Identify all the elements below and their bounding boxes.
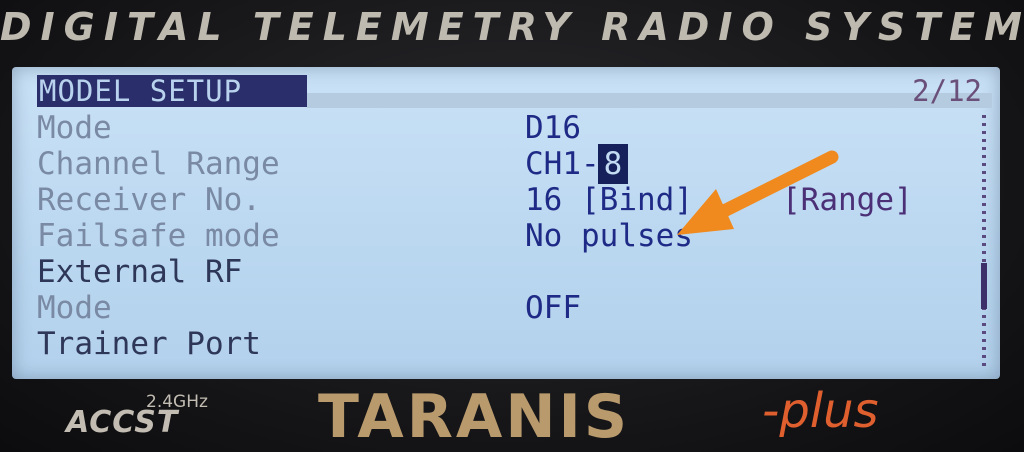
row-value-receiver-bind[interactable]: 16 [Bind] bbox=[525, 183, 693, 217]
plus-logo-suffix: -plus bbox=[762, 383, 879, 439]
annotation-arrow-icon bbox=[677, 150, 839, 235]
row-value-failsafe-mode[interactable]: No pulses bbox=[525, 219, 693, 253]
section-header-external-rf: External RF bbox=[37, 254, 243, 290]
row-label-mode: Mode bbox=[37, 110, 112, 146]
row-label-channel-range: Channel Range bbox=[37, 146, 280, 182]
title-divider bbox=[307, 93, 992, 108]
taranis-logo: TARANIS bbox=[318, 382, 631, 452]
section-header-trainer-port: Trainer Port bbox=[37, 326, 261, 362]
row-value-mode[interactable]: D16 bbox=[525, 111, 581, 145]
lcd-screen: MODEL SETUP 2/12 Mode D16 Channel Range … bbox=[12, 67, 1000, 379]
radio-transmitter-body: DIGITAL TELEMETRY RADIO SYSTEM MODEL SET… bbox=[0, 0, 1024, 452]
channel-range-cursor-field[interactable]: 8 bbox=[597, 144, 629, 184]
channel-range-prefix: CH1- bbox=[525, 146, 600, 182]
row-label-failsafe-mode: Failsafe mode bbox=[37, 218, 280, 254]
scrollbar-thumb[interactable] bbox=[981, 263, 987, 309]
page-indicator: 2/12 bbox=[912, 74, 982, 108]
accst-logo: ACCST bbox=[66, 405, 179, 440]
row-value-external-mode[interactable]: OFF bbox=[525, 291, 581, 325]
header-title: DIGITAL TELEMETRY RADIO SYSTEM bbox=[0, 5, 1024, 49]
row-value-channel-range[interactable]: CH1- 8 bbox=[525, 144, 629, 184]
scrollbar-track[interactable] bbox=[982, 115, 986, 367]
row-label-receiver-no: Receiver No. bbox=[37, 182, 261, 218]
row-label-external-mode: Mode bbox=[37, 290, 112, 326]
screen-title: MODEL SETUP bbox=[39, 74, 243, 108]
